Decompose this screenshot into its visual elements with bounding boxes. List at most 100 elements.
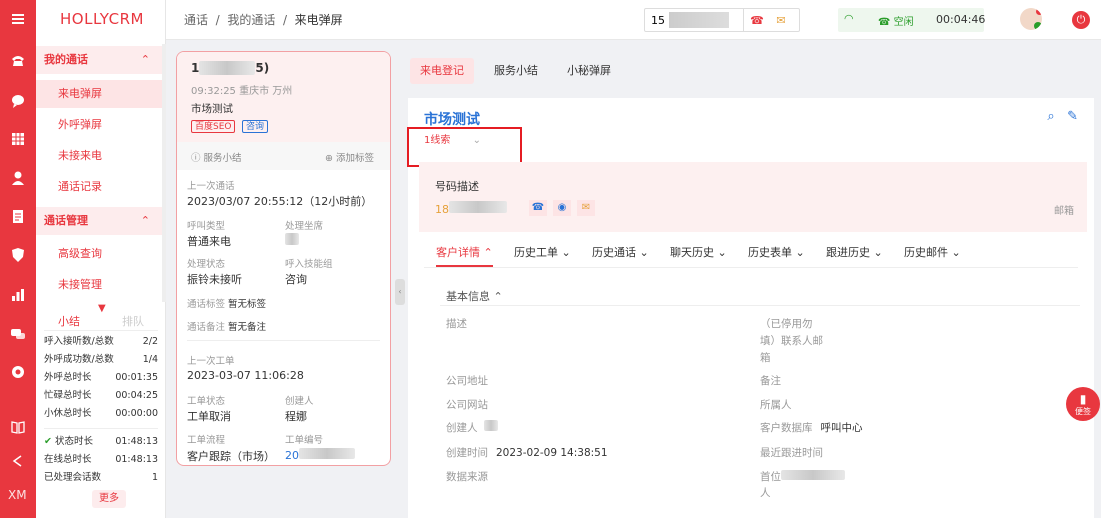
call-note-row: 通话备注 暂无备注	[187, 319, 266, 333]
add-tag-link[interactable]: ⊕ 添加标签	[325, 150, 374, 164]
messages-icon[interactable]	[9, 325, 27, 343]
call-note-value: 暂无备注	[228, 322, 267, 333]
dial-phone-icon[interactable]: ☎	[749, 13, 765, 29]
phone-icon[interactable]	[9, 51, 27, 69]
order-number-prefix: 20	[285, 449, 299, 462]
notes-fab[interactable]: ▮ 便签	[1066, 387, 1100, 421]
order-flow-label: 工单流程	[187, 435, 226, 446]
basic-info-label: 基本信息	[446, 290, 490, 303]
service-summary-link[interactable]: ⓘ 服务小结	[191, 150, 242, 164]
field-created-time: 创建时间 2023-02-09 14:38:51	[446, 445, 608, 460]
divider	[743, 9, 744, 31]
basic-info-header[interactable]: 基本信息 ⌃	[446, 288, 503, 304]
tab-label: 跟进历史	[826, 246, 870, 259]
collapse-icon[interactable]	[9, 452, 27, 470]
breadcrumb-item[interactable]: 我的通话	[227, 13, 275, 27]
last-order-label: 上一次工单	[187, 356, 235, 367]
phone-number-input[interactable]	[651, 12, 737, 28]
settings-icon[interactable]	[9, 363, 27, 381]
summary-bar: ⓘ 服务小结 ⊕ 添加标签	[177, 142, 390, 170]
menu-item-incoming-popup[interactable]: 来电弹屏	[36, 80, 162, 108]
divider	[440, 305, 1080, 306]
menu-item-missed-mgmt[interactable]: 未接管理	[36, 271, 162, 299]
menu-item-missed-calls[interactable]: 未接来电	[36, 142, 162, 170]
tab-summary[interactable]: 小结	[58, 313, 80, 329]
stat-row: ✔ 状态时长 01:48:13	[44, 434, 158, 450]
menu-item-advanced-query[interactable]: 高级查询	[36, 240, 162, 268]
order-status-label: 工单状态	[187, 396, 226, 407]
menu-icon[interactable]	[9, 10, 27, 28]
divider	[44, 330, 158, 331]
tab-history-mail[interactable]: 历史邮件 ⌄	[904, 243, 961, 267]
skill-label: 呼入技能组	[285, 259, 333, 270]
tab-label: 聊天历史	[670, 246, 714, 259]
clipboard-icon[interactable]	[9, 207, 27, 225]
tab-customer-detail[interactable]: 客户详情 ⌃	[436, 243, 493, 267]
search-icon[interactable]: ⌕	[1047, 109, 1054, 124]
message-icon[interactable]: ✉	[773, 13, 789, 29]
tab-queue[interactable]: 排队	[122, 313, 144, 329]
tab-history-forms[interactable]: 历史表单 ⌄	[748, 243, 805, 267]
call-type-value: 普通来电	[187, 235, 231, 248]
call-icon[interactable]: ☎	[529, 200, 547, 216]
collapse-handle[interactable]: ‹	[395, 279, 405, 305]
power-icon[interactable]: ⏻	[1072, 11, 1090, 29]
user-icon[interactable]	[9, 169, 27, 187]
dial-box: ☎ ✉	[644, 8, 800, 32]
sms-icon[interactable]: ✉	[577, 200, 595, 216]
field-owner: 所属人	[760, 397, 792, 412]
book-icon[interactable]	[9, 418, 27, 436]
stat-value: 01:48:13	[115, 436, 158, 447]
stat-label: 在线总时长	[44, 454, 92, 465]
call-tag-row: 通话标签 暂无标签	[187, 296, 266, 310]
customer-detail: 市场测试 ⌕ ✎ 1线索 ⌄ 号码描述 18 ☎ ◉ ✉ 邮箱 客户详情 ⌃ 历…	[407, 98, 1094, 518]
call-card: 1xx5) 09:32:25 重庆市 万州 市场测试 百度SEO 咨询 ⓘ 服务…	[176, 51, 391, 466]
field-key-line: 箱	[760, 352, 771, 364]
field-key: 描述	[446, 318, 467, 330]
stat-value: 2/2	[142, 336, 158, 347]
seat-label: 处理坐席	[285, 221, 324, 232]
agent-status[interactable]: ◠ ☎ 空闲 00:04:46	[838, 8, 985, 32]
chat-icon[interactable]: ◉	[553, 200, 571, 216]
shield-icon[interactable]	[9, 246, 27, 264]
tab-followup-history[interactable]: 跟进历史 ⌄	[826, 243, 883, 267]
menu-item-call-records[interactable]: 通话记录	[36, 173, 162, 201]
creator-label: 创建人	[285, 396, 314, 407]
bar-chart-icon[interactable]	[9, 286, 27, 304]
more-button[interactable]: 更多	[92, 490, 126, 508]
tab-label: 历史工单	[514, 246, 558, 259]
tab-assistant-popup[interactable]: 小秘弹屏	[557, 58, 621, 84]
menu-item-outbound-popup[interactable]: 外呼弹屏	[36, 111, 162, 139]
edit-icon[interactable]: ✎	[1067, 109, 1078, 124]
avatar[interactable]	[1020, 8, 1042, 30]
stat-value: 1/4	[142, 354, 158, 365]
field-mailbox-desc: （已停用勿 填）联系人邮 箱	[760, 316, 840, 367]
masked-phone: 18	[435, 201, 507, 216]
breadcrumb-item[interactable]: 通话	[184, 13, 208, 27]
menu-scrollbar[interactable]	[162, 44, 166, 302]
pin-icon: ▼	[98, 303, 106, 314]
call-note-label: 通话备注	[187, 322, 226, 333]
menu-group-call-mgmt[interactable]: 通话管理 ⌃	[36, 207, 166, 235]
stat-label: 外呼总时长	[44, 372, 92, 383]
tab-chat-history[interactable]: 聊天历史 ⌄	[670, 243, 727, 267]
bookmark-icon: ▮	[1079, 392, 1087, 406]
tab-call-registration[interactable]: 来电登记	[410, 58, 474, 84]
field-value: 2023-02-09 14:38:51	[496, 447, 608, 459]
rail-bottom-label: XM	[8, 488, 27, 502]
stat-value: 00:04:25	[115, 390, 158, 401]
detail-tabs: 客户详情 ⌃ 历史工单 ⌄ 历史通话 ⌄ 聊天历史 ⌄ 历史表单 ⌄ 跟进历史 …	[424, 243, 1084, 267]
menu-group-my-calls[interactable]: 我的通话 ⌃	[36, 46, 166, 74]
caller-number: 1xx5)	[191, 61, 269, 75]
menu-group-label: 我的通话	[44, 53, 88, 66]
status-label[interactable]: ☎ 空闲	[878, 13, 914, 28]
masked-number: xx	[199, 61, 256, 75]
masked-order-no	[299, 448, 355, 459]
order-number-link[interactable]: 20	[285, 448, 355, 462]
tab-history-calls[interactable]: 历史通话 ⌄	[592, 243, 649, 267]
tab-history-orders[interactable]: 历史工单 ⌄	[514, 243, 571, 267]
call-type-label: 呼叫类型	[187, 221, 226, 232]
tab-service-summary[interactable]: 服务小结	[484, 58, 548, 84]
grid-icon[interactable]	[9, 130, 27, 148]
chat-icon[interactable]	[9, 92, 27, 110]
